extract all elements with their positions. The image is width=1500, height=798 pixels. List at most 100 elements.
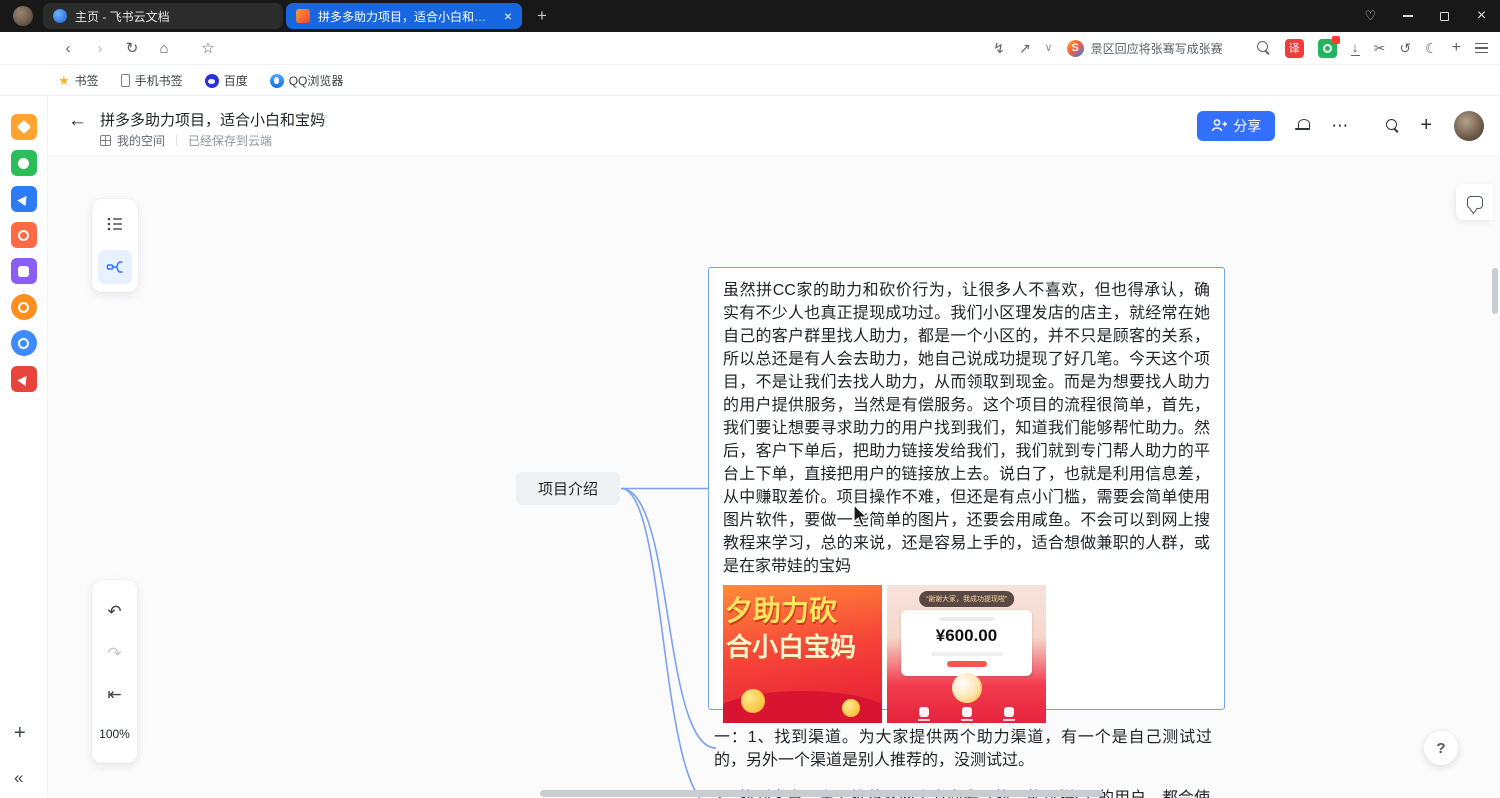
mindmap-view-icon	[106, 258, 124, 276]
translate-extension-icon[interactable]: 译	[1285, 39, 1304, 58]
vertical-scrollbar[interactable]	[1492, 268, 1498, 314]
share-person-icon	[1211, 118, 1227, 133]
tab-current-doc[interactable]: 拼多多助力项目，适合小白和宝妈 ×	[286, 3, 522, 29]
more-ellipsis-icon[interactable]: ⋯	[1331, 116, 1348, 136]
window-controls: ♡ ×	[1352, 0, 1500, 32]
app-sidebar	[0, 96, 48, 798]
promo-image[interactable]: 夕助力砍 合小白宝妈	[723, 585, 882, 723]
withdraw-screenshot-image[interactable]: “谢谢大家，我成功提现啦” ¥600.00	[887, 585, 1046, 723]
minimize-button[interactable]	[1389, 0, 1426, 32]
bookmark-qq-browser[interactable]: QQ浏览器	[270, 72, 344, 89]
toolbar-right-cluster: ↯ ↗ ∨ S 景区回应将张骞写成张赛 译 ↓ ✂ ↺ ☾ +	[979, 39, 1500, 58]
tab-feishu-home[interactable]: 主页 - 飞书云文档	[43, 3, 283, 29]
phone-icon	[121, 74, 130, 87]
doc-search-icon[interactable]	[1386, 119, 1400, 133]
tab-title: 主页 - 飞书云文档	[75, 8, 273, 25]
sidebar-app-icon-clock[interactable]	[11, 330, 37, 356]
home-icon[interactable]: ⌂	[148, 40, 180, 57]
undo-icon[interactable]: ↶	[107, 602, 121, 622]
sogou-search-icon[interactable]: S	[1067, 40, 1084, 57]
sidebar-app-icon-pdf[interactable]	[11, 366, 37, 392]
screenshot-scissors-icon[interactable]: ✂	[1374, 41, 1386, 55]
refresh-icon[interactable]: ↻	[116, 39, 148, 57]
mindmap-view-button[interactable]	[98, 250, 132, 284]
user-avatar[interactable]	[1454, 111, 1484, 141]
fit-to-node-icon[interactable]: ⇤	[107, 685, 121, 705]
sidebar-app-icon-4[interactable]	[11, 222, 37, 248]
extension-icon[interactable]	[1318, 39, 1337, 58]
doc-title: 拼多多助力项目，适合小白和宝妈	[100, 109, 325, 130]
intro-images: 夕助力砍 合小白宝妈 “谢谢大家，我成功提现啦” ¥600.00	[723, 585, 1210, 723]
hot-search-text[interactable]: 景区回应将张骞写成张赛	[1091, 40, 1223, 57]
add-icon[interactable]: +	[1452, 40, 1461, 56]
share-button[interactable]: 分享	[1197, 111, 1275, 141]
search-icon[interactable]	[1257, 41, 1271, 55]
promo-text-line2: 合小白宝妈	[726, 627, 856, 664]
doc-header-actions: 分享 ⋯ +	[1197, 96, 1484, 155]
browser-toolbar: ‹ › ↻ ⌂ ☆ ↯ ↗ ∨ S 景区回应将张骞写成张赛 译 ↓ ✂ ↺ ☾ …	[0, 32, 1500, 65]
bookmarks-bar: ★ 书签 手机书签 百度 QQ浏览器	[0, 66, 1500, 96]
sidebar-app-icon-wechat[interactable]	[11, 150, 37, 176]
baidu-icon	[205, 74, 219, 88]
favorite-star-icon[interactable]: ☆	[316, 109, 329, 126]
chevron-down-icon[interactable]: ∨	[1045, 43, 1053, 54]
tab-title: 拼多多助力项目，适合小白和宝妈	[318, 8, 496, 25]
share-label: 分享	[1233, 116, 1261, 136]
gold-coin-icon	[842, 699, 860, 717]
horizontal-scrollbar[interactable]	[540, 790, 1103, 797]
sidebar-add-button[interactable]: +	[14, 722, 26, 745]
forward-icon[interactable]: ›	[84, 40, 116, 57]
notifications-bell-icon[interactable]	[1295, 118, 1311, 133]
browser-profile-avatar[interactable]	[13, 6, 33, 26]
help-button[interactable]: ?	[1424, 731, 1458, 765]
sidebar-app-icon-5[interactable]	[11, 258, 37, 284]
new-tab-button[interactable]: +	[525, 6, 559, 26]
extension-glyph	[1323, 44, 1332, 53]
mini-icon-row	[887, 707, 1046, 721]
menu-hamburger-icon[interactable]	[1475, 43, 1488, 54]
comment-button[interactable]	[1456, 184, 1493, 220]
bookmark-baidu[interactable]: 百度	[205, 72, 248, 89]
zoom-level[interactable]: 100%	[99, 727, 130, 741]
comment-bubble-icon	[1467, 196, 1483, 209]
mindmap-root-node[interactable]: 项目介绍	[516, 472, 620, 505]
screen: { "titlebar": { "tabs": [ {"label": "主页 …	[0, 0, 1500, 798]
speed-lightning-icon[interactable]: ↯	[993, 41, 1005, 55]
bookmark-label: 手机书签	[135, 72, 183, 89]
sidebar-app-icon-1[interactable]	[11, 114, 37, 140]
bookmark-mobile[interactable]: 手机书签	[121, 72, 183, 89]
feishu-docs-favicon	[53, 9, 67, 23]
doc-back-arrow[interactable]: ←	[68, 110, 87, 132]
doc-favicon	[296, 9, 310, 23]
maximize-icon	[1440, 12, 1449, 21]
titlebar-heart-icon[interactable]: ♡	[1352, 0, 1389, 32]
save-status: 已经保存到云端	[188, 132, 272, 149]
history-icon[interactable]: ↺	[1399, 41, 1411, 55]
collapse-sidebar-icon[interactable]: «	[14, 768, 23, 788]
withdraw-bubble-text: “谢谢大家，我成功提现啦”	[919, 591, 1015, 607]
close-tab-icon[interactable]: ×	[504, 9, 512, 23]
redo-icon[interactable]: ↷	[107, 644, 121, 664]
bookmark-star-icon[interactable]: ☆	[192, 39, 224, 57]
mindmap-child-node-1[interactable]: 一：1、找到渠道。为大家提供两个助力渠道，有一个是自己测试过的，另外一个渠道是别…	[714, 726, 1212, 772]
dark-mode-moon-icon[interactable]: ☾	[1425, 41, 1438, 55]
space-grid-icon	[100, 135, 111, 146]
share-page-icon[interactable]: ↗	[1019, 41, 1031, 55]
bookmark-folder[interactable]: ★ 书签	[58, 72, 99, 89]
breadcrumb-space[interactable]: 我的空间	[117, 132, 165, 149]
sidebar-app-icon-search[interactable]	[11, 294, 37, 320]
coin-badge-icon	[952, 673, 982, 703]
canvas-controls-panel: ↶ ↷ ⇤ 100%	[92, 580, 137, 763]
bookmark-label: QQ浏览器	[289, 72, 344, 89]
back-icon[interactable]: ‹	[52, 40, 84, 57]
doc-add-icon[interactable]: +	[1420, 114, 1432, 137]
mindmap-intro-node[interactable]: 虽然拼CC家的助力和砍价行为，让很多人不喜欢，但也得承认，确实有不少人也真正提现…	[708, 267, 1225, 710]
close-window-button[interactable]: ×	[1463, 0, 1500, 32]
maximize-button[interactable]	[1426, 0, 1463, 32]
outline-view-button[interactable]	[98, 207, 132, 241]
sidebar-app-icon-3[interactable]	[11, 186, 37, 212]
bookmark-label: 书签	[75, 72, 99, 89]
view-switch-panel	[92, 199, 138, 292]
promo-text-line1: 夕助力砍	[725, 589, 837, 629]
download-icon[interactable]: ↓	[1351, 40, 1360, 57]
